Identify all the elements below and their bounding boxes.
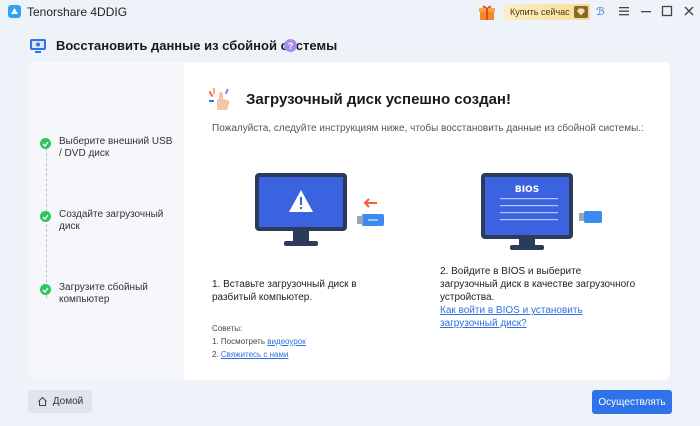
tip-prefix: 1. Посмотреть <box>212 337 268 346</box>
maximize-icon[interactable] <box>660 4 674 18</box>
step1-description: 1. Вставьте загрузочный диск в разбитый … <box>212 278 402 304</box>
steps-connector <box>46 148 47 298</box>
bios-illustration: BIOS <box>481 173 602 250</box>
check-icon <box>40 284 51 295</box>
success-title: Загрузочный диск успешно создан! <box>246 91 511 108</box>
tips-section: Советы: 1. Посмотреть видеоурок 2. Свяжи… <box>212 322 306 361</box>
step-label: Создайте загрузочный диск <box>59 209 164 232</box>
minimize-icon[interactable] <box>639 4 653 18</box>
tips-title: Советы: <box>212 324 243 333</box>
app-logo-icon <box>8 5 21 18</box>
bios-help-link[interactable]: Как войти в BIOS и установить загрузочны… <box>440 305 583 329</box>
proceed-button[interactable]: Осуществлять <box>592 390 672 414</box>
insert-usb-illustration <box>255 173 384 246</box>
video-tutorial-link[interactable]: видеоурок <box>267 337 306 346</box>
step2-text: 2. Войдите в BIOS и выберите загрузочный… <box>440 266 636 303</box>
instruction-text: Пожалуйста, следуйте инструкциям ниже, ч… <box>212 123 644 134</box>
home-button[interactable]: Домой <box>28 390 92 413</box>
step2-description: 2. Войдите в BIOS и выберите загрузочный… <box>440 265 640 330</box>
contact-us-link[interactable]: Свяжитесь с нами <box>221 350 289 359</box>
check-icon <box>40 211 51 222</box>
title-bar: Tenorshare 4DDIG Купить сейчас ℬ <box>0 0 700 24</box>
proceed-label: Осуществлять <box>598 396 666 408</box>
buy-now-button[interactable]: Купить сейчас <box>504 4 590 20</box>
system-recovery-icon <box>30 39 46 53</box>
home-label: Домой <box>52 396 84 407</box>
success-hand-icon <box>208 88 230 110</box>
check-icon <box>40 138 51 149</box>
tip-item-contact: 2. Свяжитесь с нами <box>212 348 306 361</box>
help-icon[interactable]: ? <box>284 39 297 52</box>
step1-text: 1. Вставьте загрузочный диск в разбитый … <box>212 279 357 303</box>
buy-now-label: Купить сейчас <box>510 7 570 17</box>
app-title: Tenorshare 4DDIG <box>27 5 128 19</box>
step-label: Загрузите сбойный компьютер <box>59 282 148 305</box>
svg-text:ℬ: ℬ <box>596 5 605 18</box>
menu-icon[interactable] <box>617 4 631 18</box>
tip-item-video: 1. Посмотреть видеоурок <box>212 335 306 348</box>
diamond-icon <box>574 6 588 18</box>
close-icon[interactable] <box>682 4 696 18</box>
home-icon <box>37 396 47 406</box>
settings-icon[interactable]: ℬ <box>595 4 609 18</box>
gift-icon[interactable] <box>478 3 496 21</box>
step-label: Выберите внешний USB / DVD диск <box>59 136 173 159</box>
bios-label: BIOS <box>515 185 539 195</box>
tip-prefix: 2. <box>212 350 221 359</box>
